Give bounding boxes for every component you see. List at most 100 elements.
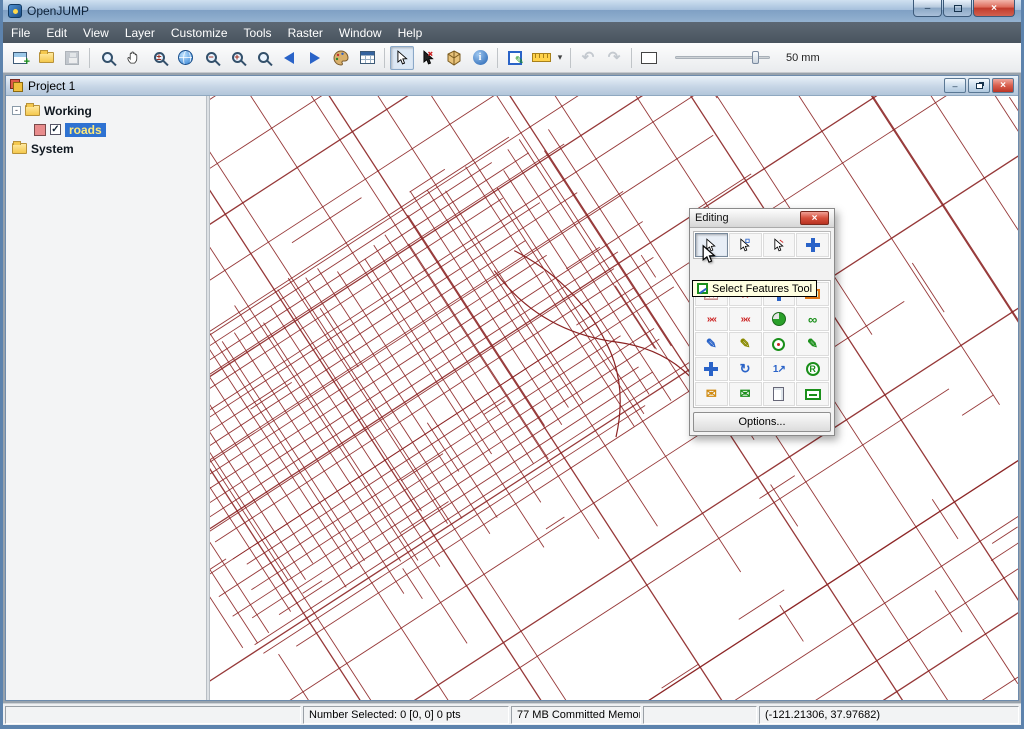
menu-customize[interactable]: Customize (163, 23, 236, 43)
editing-toolbox-titlebar[interactable]: Editing × (690, 209, 834, 228)
map-canvas[interactable] (210, 96, 1018, 700)
fence-button[interactable] (637, 46, 661, 70)
collapse-icon[interactable]: - (12, 106, 21, 115)
undo-button[interactable]: ↶ (576, 46, 600, 70)
tree-item-working[interactable]: - Working (8, 101, 204, 120)
cube-3d-button[interactable] (442, 46, 466, 70)
scale-pie-icon (772, 312, 786, 326)
draw-circle-tool[interactable] (763, 332, 796, 356)
zoom-tool-button[interactable] (95, 46, 119, 70)
measure-button[interactable] (529, 46, 553, 70)
globe-icon (178, 50, 193, 65)
tree-label-system[interactable]: System (31, 142, 74, 156)
select-linestrings-tool[interactable] (763, 233, 796, 257)
pan-hand-icon (126, 50, 141, 65)
zoom-layers-icon (258, 52, 269, 63)
options-button[interactable]: Options... (693, 412, 831, 432)
menu-raster[interactable]: Raster (280, 23, 331, 43)
editing-toolbox-close-button[interactable]: × (800, 211, 829, 225)
zoom-to-layers-button[interactable] (251, 46, 275, 70)
palette-icon (333, 50, 349, 66)
new-task-button[interactable]: + (8, 46, 32, 70)
rotate-selected-items-tool[interactable]: ↻ (729, 357, 762, 381)
move-cross-icon (704, 362, 718, 376)
project-title: Project 1 (28, 79, 75, 93)
rotate-at-point-tool[interactable]: R (796, 357, 829, 381)
menu-help[interactable]: Help (390, 23, 431, 43)
undo-icon: ↶ (582, 51, 595, 65)
save-icon (65, 51, 79, 65)
menu-layer[interactable]: Layer (117, 23, 163, 43)
status-selected-panel: Number Selected: 0 [0, 0] 0 pts (303, 706, 509, 724)
feature-info-button[interactable]: i (468, 46, 492, 70)
menu-tools[interactable]: Tools (236, 23, 280, 43)
fence-tool[interactable] (796, 382, 829, 406)
redo-button[interactable]: ↷ (602, 46, 626, 70)
editing-toolbox-toggle-button[interactable]: ✎ (503, 46, 527, 70)
tree-item-roads[interactable]: ✓ roads (8, 120, 204, 139)
tree-label-roads[interactable]: roads (65, 123, 106, 137)
scale-1d-tool[interactable]: 1↗ (763, 357, 796, 381)
snap-icon: »« (741, 314, 750, 325)
connect-linestrings-tool[interactable]: ∞ (796, 307, 829, 331)
fence-icon (805, 389, 821, 400)
scale-slider-track[interactable] (675, 56, 770, 59)
zoom-realtime-button[interactable]: ± (147, 46, 171, 70)
layer-swatch[interactable] (34, 124, 46, 136)
close-button[interactable]: × (973, 0, 1015, 17)
maximize-button[interactable] (943, 0, 972, 17)
draw-polygon-tool[interactable]: ✎ (729, 332, 762, 356)
app-titlebar[interactable]: OpenJUMP (3, 0, 1021, 22)
minimize-button[interactable]: – (913, 0, 942, 17)
project-restore-button[interactable] (968, 78, 990, 93)
status-memory-panel: 77 MB Committed Memory (511, 706, 641, 724)
project-window: Project 1 – × - Working ✓ (5, 75, 1019, 701)
tree-item-system[interactable]: System (8, 139, 204, 158)
project-close-button[interactable]: × (992, 78, 1014, 93)
move-selected-items-tool[interactable] (695, 357, 728, 381)
zoom-next-button[interactable] (303, 46, 327, 70)
select-vertices-tool[interactable] (729, 233, 762, 257)
main-toolbar: + ± − + i ✎ ▾ ↶ ↷ (3, 43, 1021, 73)
zoom-to-selection-button[interactable]: + (225, 46, 249, 70)
zoom-previous-button[interactable] (277, 46, 301, 70)
fence-icon (641, 52, 657, 64)
table-icon (360, 51, 375, 64)
select-arrow-box-icon (740, 238, 750, 252)
project-titlebar[interactable]: Project 1 – × (6, 76, 1018, 96)
menu-view[interactable]: View (75, 23, 117, 43)
select-features-button[interactable] (390, 46, 414, 70)
pan-tool-button[interactable] (121, 46, 145, 70)
snap-vertices-tool[interactable]: »« (695, 307, 728, 331)
menu-file[interactable]: File (3, 23, 38, 43)
layer-checkbox[interactable]: ✓ (50, 124, 61, 135)
attribute-table-button[interactable] (355, 46, 379, 70)
status-coordinates-panel: (-121.21306, 37.97682) (759, 706, 1019, 724)
project-minimize-button[interactable]: – (944, 78, 966, 93)
change-styles-button[interactable] (329, 46, 353, 70)
minimize-icon: – (952, 81, 957, 91)
zoom-full-extent-button[interactable] (173, 46, 197, 70)
note-tool[interactable] (763, 382, 796, 406)
snap-vertices-to-point-tool[interactable]: »« (729, 307, 762, 331)
menu-edit[interactable]: Edit (38, 23, 75, 43)
save-project-button[interactable] (60, 46, 84, 70)
menu-bar: File Edit View Layer Customize Tools Ras… (3, 22, 1021, 43)
menu-window[interactable]: Window (331, 23, 390, 43)
scale-value: 50 mm (786, 52, 820, 64)
tree-label-working[interactable]: Working (44, 104, 92, 118)
draw-linestring-tool[interactable]: ✎ (695, 332, 728, 356)
close-icon: × (991, 3, 997, 14)
scale-selected-items-tool[interactable] (763, 307, 796, 331)
scale-slider-handle[interactable] (752, 51, 759, 64)
clear-selection-button[interactable] (416, 46, 440, 70)
measure-dropdown-arrow[interactable]: ▾ (555, 52, 565, 63)
copy-envelope-tool[interactable]: ✉ (729, 382, 762, 406)
cube-icon (446, 50, 462, 66)
zoom-out-button[interactable]: − (199, 46, 223, 70)
editing-toolbox-title: Editing (695, 212, 729, 224)
open-project-button[interactable] (34, 46, 58, 70)
draw-point-tool[interactable]: ✎ (796, 332, 829, 356)
move-features-tool[interactable] (796, 233, 829, 257)
warp-envelope-tool[interactable]: ✉ (695, 382, 728, 406)
